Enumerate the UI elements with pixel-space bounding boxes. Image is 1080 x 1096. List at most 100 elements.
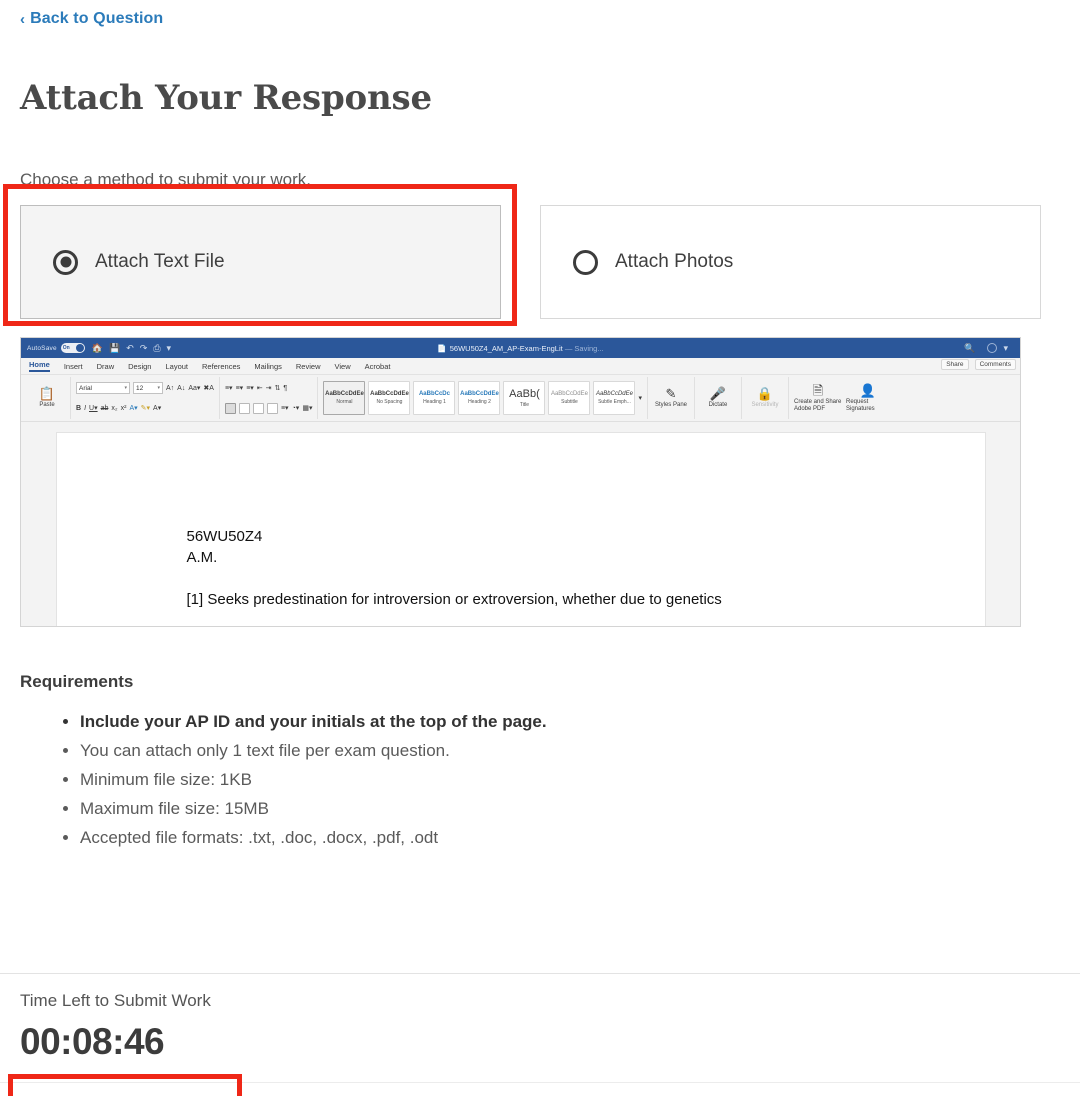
ribbon-tab-references[interactable]: References [202,362,240,371]
bold-icon[interactable]: B [76,405,81,412]
underline-icon[interactable]: U▾ [89,404,98,412]
shading-icon[interactable]: ◔▾ [292,404,300,412]
window-controls: 🔍 ▾ [964,343,1014,353]
ribbon-tab-review[interactable]: Review [296,362,321,371]
style-name: Subtitle [561,399,578,405]
ribbon-tab-mailings[interactable]: Mailings [254,362,282,371]
style-preview: AaBbCcDdEe [325,391,364,397]
ribbon-tab-insert[interactable]: Insert [64,362,83,371]
style-subtitle[interactable]: AaBbCcDdEe Subtitle [548,381,591,415]
style-title[interactable]: AaBb( Title [503,381,546,415]
paste-label: Paste [39,402,55,409]
style-heading-2[interactable]: AaBbCcDdEe Heading 2 [458,381,501,415]
chevron-down-icon: ▾ [157,385,160,391]
text-effects-icon[interactable]: A▾ [129,404,137,412]
justify-icon[interactable] [266,402,278,414]
ribbon-tab-draw[interactable]: Draw [97,362,115,371]
print-icon[interactable]: ⎙ [153,343,160,353]
customize-icon[interactable]: ▾ [167,343,172,353]
font-color-icon[interactable]: A▾ [153,404,161,412]
font-family-value: Arial [79,384,93,392]
footer-divider [0,973,1080,974]
request-signatures-button[interactable]: 👤 Request Signatures [846,384,890,413]
ribbon-tab-layout[interactable]: Layout [165,362,188,371]
styles-pane-button[interactable]: ✎ Styles Pane [653,387,689,409]
comments-button[interactable]: Comments [974,359,1016,370]
dictate-button[interactable]: 🎤 Dictate [700,387,736,409]
sort-icon[interactable]: ⇅ [275,384,281,392]
create-share-pdf-label: Create and Share Adobe PDF [793,398,842,412]
chevron-down-icon[interactable]: ▾ [1003,343,1008,353]
align-left-icon[interactable] [224,402,236,414]
microphone-icon: 🎤 [709,386,727,402]
option-attach-photos[interactable]: Attach Photos [540,205,1041,319]
clipboard-group: 📋 Paste [24,377,71,419]
home-icon[interactable]: 🏠 [92,343,103,353]
sensitivity-button[interactable]: 🔒 Sensitivity [747,387,783,409]
multilevel-list-icon[interactable]: ≡▾ [246,384,254,392]
requirements-list: Include your AP ID and your initials at … [58,712,547,857]
bullet-list-icon[interactable]: ≡▾ [225,384,233,392]
clear-formatting-icon[interactable]: ✖A [203,384,214,392]
document-line-initials: A.M. [186,549,218,567]
ribbon-tab-acrobat[interactable]: Acrobat [365,362,391,371]
ribbon-tab-home[interactable]: Home [29,360,50,372]
ribbon-tab-view[interactable]: View [334,362,350,371]
share-button[interactable]: Share [941,359,969,370]
change-case-icon[interactable]: Aa▾ [188,384,200,392]
grow-font-icon[interactable]: A↑ [166,385,174,392]
autosave-toggle[interactable]: On [60,343,85,353]
align-center-icon[interactable] [238,402,250,414]
style-preview: AaBbCcDdEe [370,391,409,397]
align-right-icon[interactable] [252,402,264,414]
decrease-indent-icon[interactable]: ⇤ [257,384,263,392]
style-name: Subtle Emph... [598,399,631,405]
font-family-select[interactable]: Arial ▾ [76,382,130,394]
shrink-font-icon[interactable]: A↓ [177,385,185,392]
font-group: Arial ▾ 12 ▾ A↑ A↓ Aa▾ ✖A B I U▾ ab x₂ x… [71,377,220,419]
undo-icon[interactable]: ↶ [126,343,134,353]
paste-button[interactable]: 📋 Paste [29,387,65,409]
highlight-icon[interactable]: ✎▾ [141,404,150,412]
style-preview: AaBbCcDdEe [460,391,499,397]
sensitivity-icon: 🔒 [756,386,774,402]
font-size-select[interactable]: 12 ▾ [133,382,163,394]
italic-icon[interactable]: I [84,405,86,412]
account-avatar-icon[interactable] [987,343,998,353]
style-subtle-emphasis[interactable]: AaBbCcDdEe Subtle Emph... [593,381,636,415]
superscript-icon[interactable]: x² [121,405,127,412]
request-signatures-label: Request Signatures [845,398,875,412]
dictate-label: Dictate [708,402,728,409]
strikethrough-icon[interactable]: ab [101,405,109,412]
redo-icon[interactable]: ↷ [140,343,148,353]
search-icon[interactable]: 🔍 [964,343,975,353]
increase-indent-icon[interactable]: ⇥ [266,384,272,392]
subscript-icon[interactable]: x₂ [111,405,117,412]
style-no-spacing[interactable]: AaBbCcDdEe No Spacing [368,381,411,415]
borders-icon[interactable]: ▦▾ [302,404,312,412]
radio-unselected-icon[interactable] [573,249,598,275]
chevron-left-icon: ‹ [20,10,26,28]
autosave-state: On [62,344,70,351]
create-share-pdf-button[interactable]: 🗎 Create and Share Adobe PDF [794,384,842,413]
radio-selected-icon[interactable] [53,249,78,275]
style-name: Heading 1 [423,399,446,405]
requirement-item: You can attach only 1 text file per exam… [80,741,547,761]
style-normal[interactable]: AaBbCcDdEe Normal [323,381,366,415]
styles-more-icon[interactable]: ▾ [638,394,642,402]
show-marks-icon[interactable]: ¶ [283,385,287,392]
save-icon[interactable]: 💾 [109,343,120,353]
save-status: — Saving... [564,343,604,353]
back-to-question-link[interactable]: ‹ Back to Question [20,10,163,28]
style-name: Heading 2 [468,399,491,405]
requirement-item: Accepted file formats: .txt, .doc, .docx… [80,828,547,848]
back-to-question-label: Back to Question [30,10,164,27]
document-page[interactable]: 56WU50Z4 A.M. [1] Seeks predestination f… [55,432,986,626]
ribbon-tab-design[interactable]: Design [128,362,151,371]
line-spacing-icon[interactable]: ≡▾ [281,404,289,412]
style-heading-1[interactable]: AaBbCcDc Heading 1 [413,381,456,415]
numbered-list-icon[interactable]: ≡▾ [236,384,244,392]
autosave-label: AutoSave [27,344,57,352]
attach-response-page: ‹ Back to Question Attach Your Response … [0,0,1080,1096]
option-attach-text-file[interactable]: Attach Text File [20,205,501,319]
